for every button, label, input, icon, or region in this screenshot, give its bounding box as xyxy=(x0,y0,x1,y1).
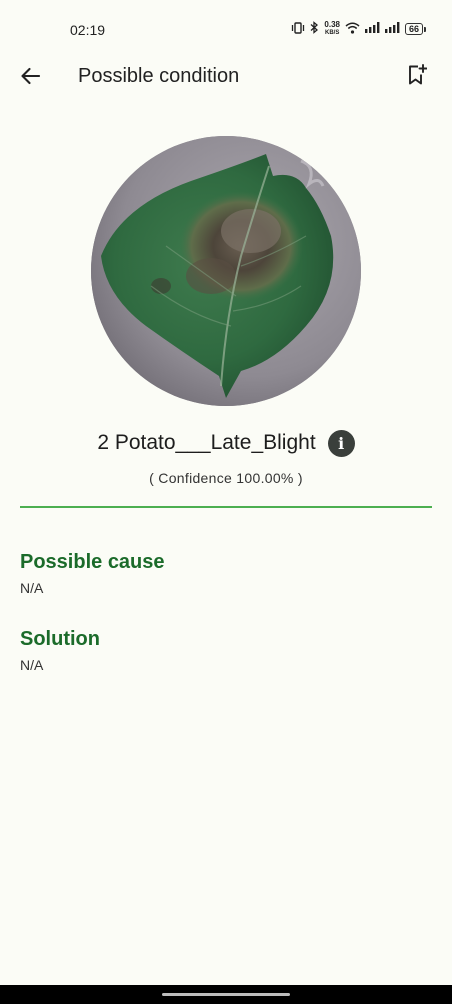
app-bar: Possible condition xyxy=(0,56,452,98)
info-icon: i xyxy=(338,433,345,453)
navigation-bar xyxy=(0,985,452,1004)
leaf-image xyxy=(91,136,361,406)
network-speed: 0.38 KB/S xyxy=(324,21,340,37)
vibrate-icon xyxy=(291,21,305,37)
signal-icon xyxy=(364,22,380,36)
possible-cause-value: N/A xyxy=(20,580,44,596)
page-title: Possible condition xyxy=(78,65,240,87)
battery-icon: 66 xyxy=(404,23,426,35)
battery-level: 66 xyxy=(404,23,423,35)
network-speed-unit: KB/S xyxy=(325,30,340,36)
info-button[interactable]: i xyxy=(327,429,355,457)
home-gesture-handle[interactable] xyxy=(162,993,290,996)
back-button[interactable] xyxy=(14,62,46,94)
solution-value: N/A xyxy=(20,657,44,673)
bookmark-button[interactable] xyxy=(402,61,432,93)
status-bar: 02:19 0.38 KB/S 66 xyxy=(0,0,452,60)
bookmark-add-icon xyxy=(407,63,428,91)
disease-row: 2 Potato___Late_Blight i xyxy=(0,426,452,460)
possible-cause-heading: Possible cause xyxy=(20,551,165,573)
solution-heading: Solution xyxy=(20,628,100,650)
confidence-text: ( Confidence 100.00% ) xyxy=(149,470,303,486)
disease-name: 2 Potato___Late_Blight xyxy=(97,431,316,454)
status-time: 02:19 xyxy=(70,22,106,38)
bluetooth-icon xyxy=(310,21,319,37)
divider xyxy=(20,506,432,508)
wifi-icon xyxy=(345,22,360,37)
arrow-left-icon xyxy=(20,67,41,90)
signal-icon-2 xyxy=(384,22,400,36)
network-speed-value: 0.38 xyxy=(324,20,340,29)
status-icons: 0.38 KB/S 66 xyxy=(291,21,426,37)
